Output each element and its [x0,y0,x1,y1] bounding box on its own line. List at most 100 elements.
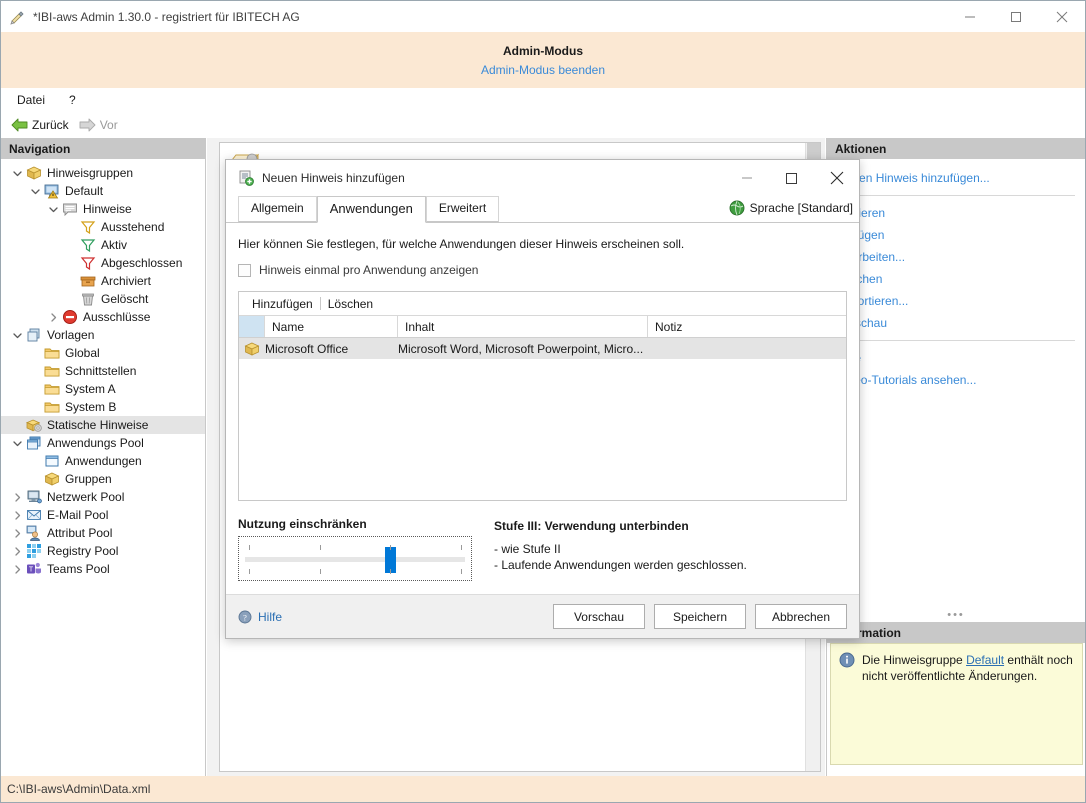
tree-item-vorlagen[interactable]: Vorlagen [1,326,205,344]
actions-separator [837,195,1075,196]
tree-item-ausschl-sse[interactable]: Ausschlüsse [1,308,205,326]
tree-item-attribut-pool[interactable]: Attribut Pool [1,524,205,542]
tree-item-gel-scht[interactable]: Gelöscht [1,290,205,308]
level-line-1: - wie Stufe II [494,541,747,557]
archive-box-icon [79,273,97,289]
tree-item-label: Archiviert [101,274,151,288]
dialog-help-label: Hilfe [258,610,282,624]
minimize-icon[interactable] [947,1,993,32]
tree-item-registry-pool[interactable]: Registry Pool [1,542,205,560]
tree-item-label: Global [65,346,100,360]
dialog-help-link[interactable]: ? Hilfe [238,610,282,624]
actions-splitter[interactable]: ••• [827,608,1085,622]
chevron-down-icon[interactable] [9,331,25,340]
checkbox-box[interactable] [238,264,251,277]
slider-title: Nutzung einschränken [238,517,478,531]
chevron-right-icon[interactable] [9,547,25,556]
tree-item-label: Schnittstellen [65,364,136,378]
back-button[interactable]: Zurück [11,118,69,132]
trash-icon [79,291,97,307]
preview-button[interactable]: Vorschau [553,604,645,629]
action-neuen-hinweis-hinzuf-gen[interactable]: Neuen Hinweis hinzufügen... [827,167,1085,189]
applications-grid: Hinzufügen Löschen Name Inhalt Notiz Mic… [238,291,847,501]
close-icon[interactable] [1039,1,1085,32]
menu-datei[interactable]: Datei [9,91,53,109]
tree-item-archiviert[interactable]: Archiviert [1,272,205,290]
exit-admin-mode-link[interactable]: Admin-Modus beenden [481,63,605,77]
show-once-per-app-checkbox[interactable]: Hinweis einmal pro Anwendung anzeigen [238,263,847,277]
status-bar: C:\IBI-aws\Admin\Data.xml [1,776,1085,802]
chevron-down-icon[interactable] [27,187,43,196]
chevron-right-icon[interactable] [45,313,61,322]
tree-item-abgeschlossen[interactable]: Abgeschlossen [1,254,205,272]
tree-item-default[interactable]: Default [1,182,205,200]
funnel-green-icon [79,237,97,253]
tree-item-aktiv[interactable]: Aktiv [1,236,205,254]
action-vorschau[interactable]: Vorschau [827,312,1085,334]
tree-item-anwendungs-pool[interactable]: Anwendungs Pool [1,434,205,452]
action-einf-gen[interactable]: Einfügen [827,224,1085,246]
forward-button[interactable]: Vor [79,118,118,132]
tree-item-hinweisgruppen[interactable]: Hinweisgruppen [1,164,205,182]
tree-item-gruppen[interactable]: Gruppen [1,470,205,488]
navigation-tree: HinweisgruppenDefaultHinweiseAusstehendA… [1,159,205,578]
tree-item-hinweise[interactable]: Hinweise [1,200,205,218]
dialog-maximize-icon[interactable] [769,160,814,196]
grid-cell-notiz [648,338,846,359]
grid-add-button[interactable]: Hinzufügen [245,295,320,313]
action-exportieren[interactable]: Exportieren... [827,290,1085,312]
slider-tick [249,569,250,574]
tree-item-statische-hinweise[interactable]: Statische Hinweise [1,416,205,434]
action-kopieren[interactable]: Kopieren [827,202,1085,224]
action-hilfe[interactable]: Hilfe [827,347,1085,369]
grid-header-name[interactable]: Name [265,316,398,337]
chevron-right-icon[interactable] [9,565,25,574]
app-icon [10,9,26,25]
admin-mode-banner: Admin-Modus Admin-Modus beenden [1,32,1085,88]
dialog-tabstrip: AllgemeinAnwendungenErweitert Sprache [S… [226,196,859,223]
slider-tick [461,545,462,550]
chevron-down-icon[interactable] [9,439,25,448]
tree-item-label: Gruppen [65,472,112,486]
usage-level-slider[interactable] [238,536,472,581]
grid-delete-button[interactable]: Löschen [321,295,380,313]
action-l-schen[interactable]: Löschen [827,268,1085,290]
tab-allgemein[interactable]: Allgemein [238,196,317,222]
tree-item-system-b[interactable]: System B [1,398,205,416]
tree-item-global[interactable]: Global [1,344,205,362]
tree-item-schnittstellen[interactable]: Schnittstellen [1,362,205,380]
menu-help[interactable]: ? [61,91,84,109]
chevron-right-icon[interactable] [9,511,25,520]
tree-item-system-a[interactable]: System A [1,380,205,398]
language-button[interactable]: Sprache [Standard] [729,200,853,216]
tree-item-netzwerk-pool[interactable]: Netzwerk Pool [1,488,205,506]
action-bearbeiten[interactable]: Bearbeiten... [827,246,1085,268]
info-link-default[interactable]: Default [966,653,1004,667]
chevron-right-icon[interactable] [9,493,25,502]
slider-track[interactable] [245,557,465,562]
grid-header-select[interactable] [239,316,265,337]
tab-erweitert[interactable]: Erweitert [426,196,499,222]
chevron-down-icon[interactable] [45,205,61,214]
dialog-close-icon[interactable] [814,160,859,196]
grid-row[interactable]: Microsoft OfficeMicrosoft Word, Microsof… [239,338,846,359]
tree-item-label: Hinweise [83,202,132,216]
grid-header-notiz[interactable]: Notiz [648,316,846,337]
save-button[interactable]: Speichern [654,604,746,629]
cancel-button[interactable]: Abbrechen [755,604,847,629]
info-icon [839,652,855,756]
action-video-tutorials-ansehen[interactable]: Video-Tutorials ansehen... [827,369,1085,391]
grid-header-inhalt[interactable]: Inhalt [398,316,648,337]
language-button-label: Sprache [Standard] [750,201,853,215]
dialog-minimize-icon[interactable] [724,160,769,196]
box-yellow-icon [25,165,43,181]
tree-item-anwendungen[interactable]: Anwendungen [1,452,205,470]
slider-tick [249,545,250,550]
tree-item-e-mail-pool[interactable]: E-Mail Pool [1,506,205,524]
tab-anwendungen[interactable]: Anwendungen [317,196,426,223]
chevron-down-icon[interactable] [9,169,25,178]
tree-item-ausstehend[interactable]: Ausstehend [1,218,205,236]
chevron-right-icon[interactable] [9,529,25,538]
maximize-icon[interactable] [993,1,1039,32]
tree-item-teams-pool[interactable]: TTeams Pool [1,560,205,578]
